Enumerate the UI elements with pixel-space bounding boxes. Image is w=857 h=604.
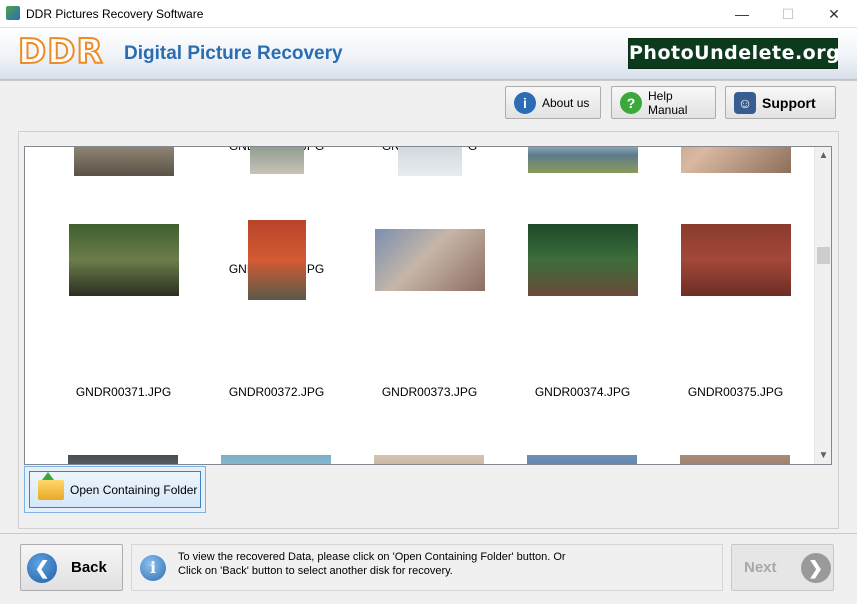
support-label: Support bbox=[762, 94, 816, 111]
thumbnail-image[interactable] bbox=[247, 220, 306, 300]
info-line-1: To view the recovered Data, please click… bbox=[178, 551, 566, 563]
open-containing-folder-button[interactable]: Open Containing Folder bbox=[24, 466, 206, 513]
ddr-logo: DDR bbox=[17, 31, 104, 73]
header-banner: DDR Digital Picture Recovery PhotoUndele… bbox=[0, 28, 857, 80]
window-title: DDR Pictures Recovery Software bbox=[26, 7, 204, 21]
support-person-icon: ☺ bbox=[734, 91, 756, 114]
help-icon: ? bbox=[620, 91, 642, 114]
thumbnail-filename: GNDR00373.JPG bbox=[381, 385, 478, 399]
info-text: To view the recovered Data, please click… bbox=[178, 550, 718, 578]
thumbnail-item[interactable]: GNDR00374.JPG bbox=[506, 224, 659, 405]
brand-badge: PhotoUndelete.org bbox=[628, 38, 840, 69]
thumbnail-item[interactable]: GNDR00372.JPG bbox=[200, 220, 353, 405]
help-manual-button[interactable]: ? Help Manual bbox=[611, 86, 716, 119]
open-folder-inner: Open Containing Folder bbox=[29, 471, 201, 508]
minimize-button[interactable]: — bbox=[719, 0, 765, 28]
info-message-box: i To view the recovered Data, please cli… bbox=[131, 544, 723, 591]
help-manual-label: Help Manual bbox=[648, 88, 688, 117]
close-button[interactable]: ✕ bbox=[811, 0, 857, 28]
thumbnail-image[interactable] bbox=[680, 224, 791, 296]
info-icon: i bbox=[514, 91, 536, 114]
thumbnail-image[interactable] bbox=[374, 455, 484, 464]
thumbnail-image[interactable] bbox=[527, 147, 638, 173]
about-us-button[interactable]: i About us bbox=[505, 86, 601, 119]
app-icon bbox=[6, 6, 20, 20]
thumbnail-filename: GNDR00372.JPG bbox=[228, 385, 325, 399]
product-title: Digital Picture Recovery bbox=[124, 43, 343, 64]
thumbnail-image[interactable] bbox=[397, 147, 462, 176]
support-button[interactable]: ☺ Support bbox=[725, 86, 836, 119]
thumbnail-image[interactable] bbox=[680, 455, 790, 464]
back-button[interactable]: ❮ Back bbox=[20, 544, 123, 591]
next-button[interactable]: Next ❯ bbox=[731, 544, 834, 591]
info-icon: i bbox=[140, 555, 166, 581]
thumbnail-image[interactable] bbox=[527, 224, 638, 296]
next-label: Next bbox=[744, 559, 777, 576]
maximize-button[interactable]: ☐ bbox=[765, 0, 811, 28]
back-arrow-icon: ❮ bbox=[27, 552, 57, 583]
divider bbox=[0, 80, 857, 81]
thumbnail-image[interactable] bbox=[221, 455, 331, 464]
thumbnail-item[interactable]: GNDR00373.JPG bbox=[353, 229, 506, 405]
thumbnail-image[interactable] bbox=[527, 455, 637, 464]
thumbnail-filename: GNDR00375.JPG bbox=[687, 385, 784, 399]
scroll-up-arrow[interactable]: ▲ bbox=[815, 147, 831, 164]
thumbnail-image[interactable] bbox=[68, 224, 179, 296]
thumbnail-item[interactable]: GNDR00375.JPG bbox=[659, 224, 812, 405]
vertical-scrollbar[interactable]: ▲ ▼ bbox=[814, 147, 831, 464]
divider bbox=[0, 533, 857, 534]
thumbnail-image[interactable] bbox=[68, 455, 178, 464]
back-label: Back bbox=[71, 559, 107, 576]
about-us-label: About us bbox=[542, 95, 590, 110]
thumbnail-filename: GNDR00371.JPG bbox=[75, 385, 172, 399]
next-arrow-icon: ❯ bbox=[800, 552, 831, 583]
thumbnail-image[interactable] bbox=[249, 147, 304, 174]
scroll-thumb[interactable] bbox=[817, 247, 830, 264]
info-line-2: Click on 'Back' button to select another… bbox=[178, 565, 453, 577]
thumbnail-image[interactable] bbox=[374, 229, 485, 291]
thumbnail-image[interactable] bbox=[680, 147, 791, 173]
scroll-down-arrow[interactable]: ▼ bbox=[815, 447, 831, 464]
title-bar: DDR Pictures Recovery Software — ☐ ✕ bbox=[0, 0, 857, 28]
open-folder-label: Open Containing Folder bbox=[70, 482, 198, 497]
thumbnail-filename: GNDR00374.JPG bbox=[534, 385, 631, 399]
thumbnail-item[interactable]: GNDR00371.JPG bbox=[47, 224, 200, 405]
thumbnail-image[interactable] bbox=[73, 147, 174, 176]
thumbnail-gallery[interactable]: GNDR00361.JPGGNDR00362.JPGGNDR00363.JPGG… bbox=[24, 146, 832, 465]
folder-icon bbox=[38, 471, 64, 500]
